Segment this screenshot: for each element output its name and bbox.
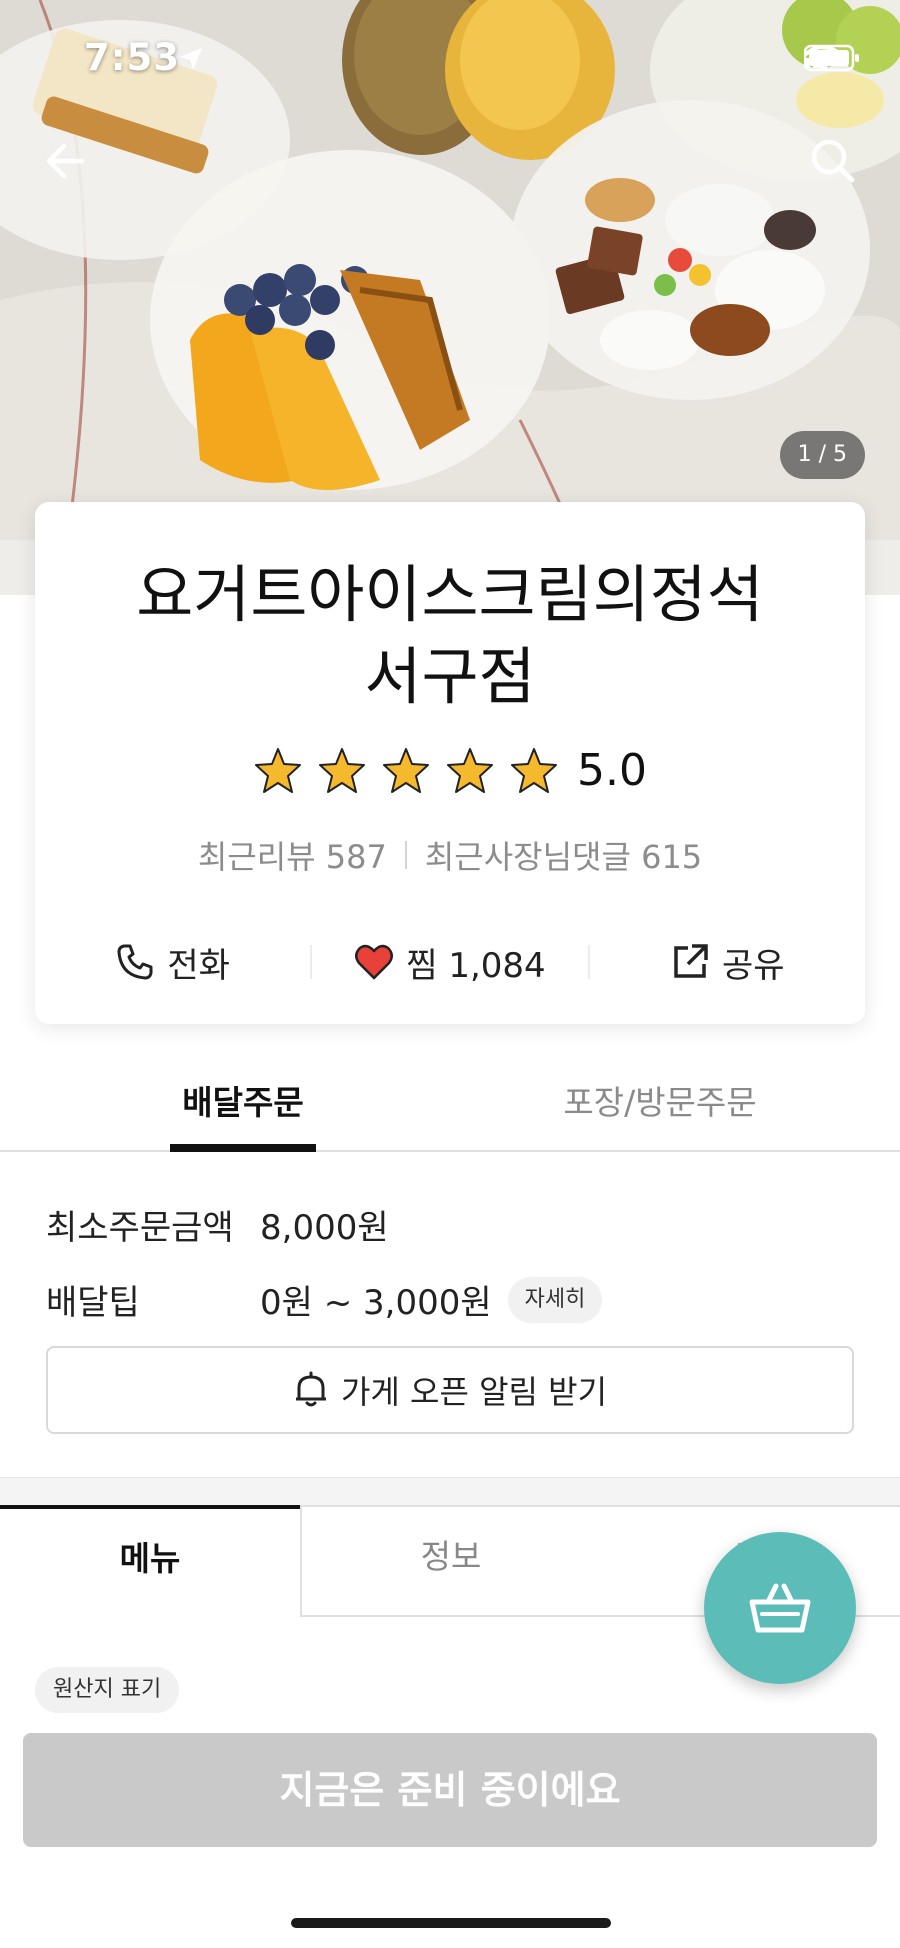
owner-replies-count[interactable]: 최근사장님댓글 615: [425, 832, 702, 878]
order-type-tabs: 배달주문 포장/방문주문: [0, 1050, 900, 1152]
star-icon: [511, 747, 557, 793]
origin-label-button[interactable]: 원산지 표기: [35, 1667, 180, 1713]
phone-icon: [117, 944, 153, 980]
store-actions: 전화 찜 1,084 공유: [35, 932, 865, 992]
like-button[interactable]: 찜 1,084: [312, 938, 587, 987]
search-button[interactable]: [806, 134, 860, 188]
heart-icon: [355, 944, 394, 980]
section-divider: [0, 1477, 900, 1505]
review-stats: 최근리뷰 587 최근사장님댓글 615: [35, 832, 865, 878]
store-info-card: 요거트아이스크림의정석 서구점 5.0 최근리뷰 587 최근사장님댓글 615…: [35, 502, 865, 1024]
cart-button[interactable]: [704, 1532, 856, 1684]
star-icon: [255, 747, 301, 793]
open-notification-button[interactable]: 가게 오픈 알림 받기: [46, 1346, 854, 1434]
share-button[interactable]: 공유: [590, 938, 865, 987]
home-indicator[interactable]: [291, 1918, 611, 1928]
rating-value: 5.0: [577, 745, 647, 796]
star-rating: [253, 746, 559, 796]
tab-info[interactable]: 정보: [300, 1505, 600, 1617]
delivery-tip-row: 배달팁 0원 ~ 3,000원 자세히: [46, 1275, 603, 1324]
detail-button[interactable]: 자세히: [507, 1276, 603, 1323]
rating-row: 5.0: [35, 745, 865, 796]
status-time: 7:53: [84, 36, 181, 79]
back-button[interactable]: [40, 136, 90, 186]
min-order-value: 8,000원: [260, 1208, 389, 1248]
status-bar: 7:53: [0, 0, 900, 120]
photo-counter: 1 / 5: [779, 431, 865, 479]
bell-icon: [295, 1371, 326, 1407]
delivery-tip-label: 배달팁: [46, 1283, 140, 1323]
tab-menu[interactable]: 메뉴: [0, 1505, 300, 1617]
basket-icon: [749, 1583, 811, 1633]
tab-takeout-order[interactable]: 포장/방문주문: [540, 1050, 780, 1150]
star-icon: [319, 747, 365, 793]
star-icon: [383, 747, 429, 793]
divider: [404, 841, 407, 869]
min-order-row: 최소주문금액 8,000원: [46, 1200, 389, 1249]
search-icon: [811, 139, 855, 183]
star-icon: [447, 747, 493, 793]
share-icon: [674, 944, 708, 978]
preparing-status-button: 지금은 준비 중이에요: [23, 1733, 877, 1847]
store-name: 요거트아이스크림의정석 서구점: [136, 558, 764, 713]
tab-delivery-order[interactable]: 배달주문: [170, 1050, 316, 1152]
recent-reviews-count[interactable]: 최근리뷰 587: [198, 832, 387, 878]
delivery-tip-value: 0원 ~ 3,000원: [260, 1283, 492, 1323]
min-order-label: 최소주문금액: [46, 1208, 234, 1248]
arrow-left-icon: [46, 143, 85, 179]
call-button[interactable]: 전화: [35, 938, 310, 987]
